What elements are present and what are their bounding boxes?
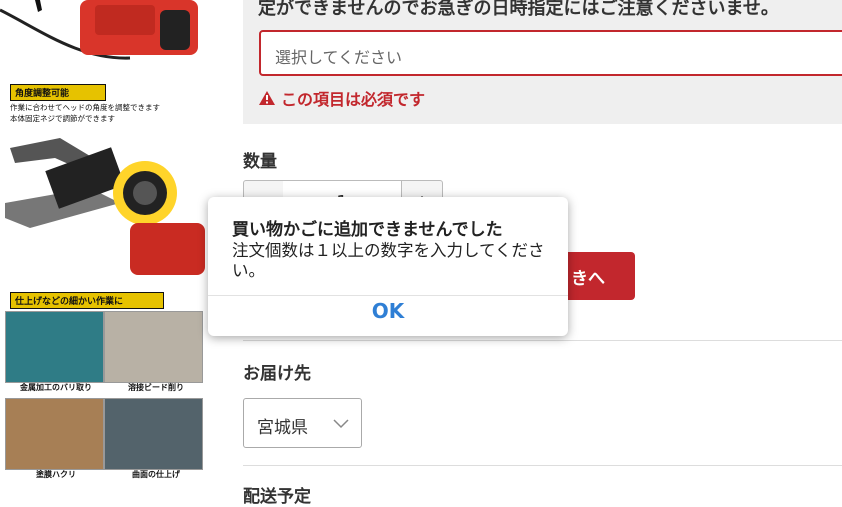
delivery-date-select[interactable]: 選択してください: [259, 30, 842, 76]
photo-deburring: [5, 311, 104, 383]
caption-curved-finish: 曲面の仕上げ: [132, 470, 180, 479]
delivery-date-placeholder: 選択してください: [275, 48, 403, 67]
tag-fine-work: 仕上げなどの細かい作業に: [10, 292, 164, 309]
dialog-title: 買い物かごに追加できませんでした: [232, 220, 503, 240]
photo-paint-strip: [5, 398, 104, 470]
tool-image-top: [0, 0, 198, 60]
caption-deburring: 金属加工のバリ取り: [20, 383, 92, 392]
prefecture-select[interactable]: 宮城県: [243, 398, 362, 448]
alert-dialog: 買い物かごに追加できませんでした 注文個数は１以上の数字を入力してください。 O…: [208, 197, 568, 336]
dialog-message: 注文個数は１以上の数字を入力してください。: [232, 241, 545, 280]
destination-label: お届け先: [243, 364, 311, 384]
shipping-label: 配送予定: [243, 487, 311, 507]
warning-icon: [259, 91, 275, 105]
caption-weld-bead: 溶接ビード削り: [128, 383, 184, 392]
required-error-text: この項目は必須です: [281, 90, 426, 109]
prefecture-value: 宮城県: [257, 418, 308, 438]
divider-1: [243, 340, 842, 341]
angle-desc-1: 作業に合わせてヘッドの角度を調整できます: [10, 103, 160, 112]
required-error: この項目は必須です: [259, 86, 425, 110]
dialog-ok-button[interactable]: OK: [208, 296, 568, 336]
photo-weld-bead: [104, 311, 203, 383]
chevron-down-icon: [333, 419, 349, 429]
add-to-cart-label: きへ: [571, 269, 605, 289]
caption-paint-strip: 塗膜ハクリ: [36, 470, 76, 479]
product-image-panel: 角度調整可能 作業に合わせてヘッドの角度を調整できます 本体固定ネジで調節ができ…: [0, 0, 205, 498]
quantity-label: 数量: [243, 152, 277, 172]
photo-curved-finish: [104, 398, 203, 470]
delivery-note-text: 定ができませんのでお急ぎの日時指定にはご注意くださいませ。: [258, 0, 779, 19]
divider-2: [243, 465, 842, 466]
tag-angle-adjustable: 角度調整可能: [10, 84, 106, 101]
belt-sander-image: [5, 138, 205, 275]
